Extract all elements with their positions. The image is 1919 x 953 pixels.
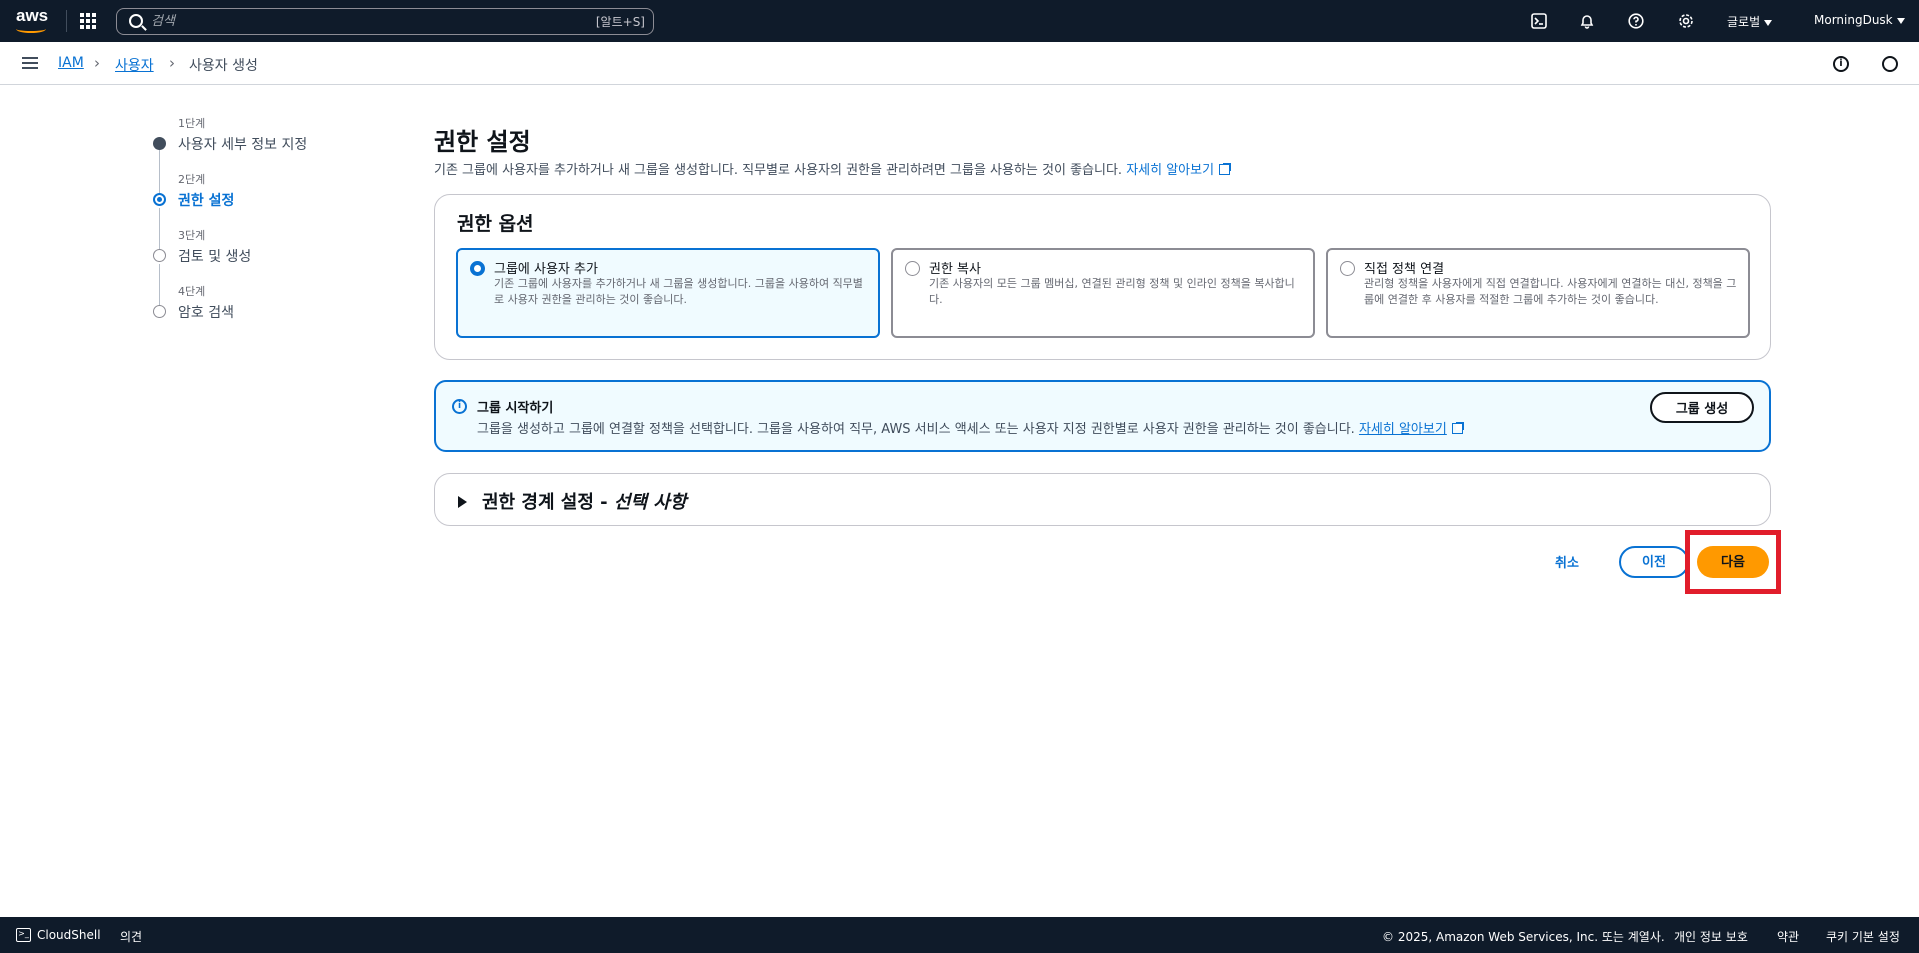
page-description: 기존 그룹에 사용자를 추가하거나 새 그룹을 생성합니다. 직무별로 사용자의… <box>434 159 1232 178</box>
step-3-indicator <box>153 249 166 262</box>
external-link-icon <box>1219 163 1232 175</box>
search-icon <box>129 14 143 28</box>
page-title: 권한 설정 <box>434 128 531 156</box>
option-attach-policies[interactable]: 직접 정책 연결 관리형 정책을 사용자에게 직접 연결합니다. 사용자에게 연… <box>1326 248 1750 338</box>
option-add-to-group[interactable]: 그룹에 사용자 추가 기존 그룹에 사용자를 추가하거나 새 그룹을 생성합니다… <box>456 248 880 338</box>
caret-right-icon <box>458 496 467 508</box>
cloudshell-icon[interactable]: >_ <box>16 928 31 942</box>
boundary-title-text: 권한 경계 설정 - <box>482 492 614 513</box>
search-input[interactable] <box>151 11 531 32</box>
help-icon[interactable] <box>1627 12 1645 30</box>
step-2-indicator <box>153 193 166 206</box>
next-button[interactable]: 다음 <box>1697 546 1769 578</box>
option-description: 기존 그룹에 사용자를 추가하거나 새 그룹을 생성합니다. 그룹을 사용하여 … <box>494 277 863 306</box>
step-4-label: 4단계 <box>178 285 206 298</box>
radio-attach-policies[interactable] <box>1340 261 1355 276</box>
info-panel-icon[interactable]: i <box>1833 56 1849 72</box>
breadcrumb-iam[interactable]: IAM <box>58 55 84 71</box>
services-grid-icon[interactable] <box>80 13 96 29</box>
permissions-boundary-title: 권한 경계 설정 - 선택 사항 <box>482 488 686 514</box>
chevron-right-icon: › <box>94 54 100 72</box>
cancel-button[interactable]: 취소 <box>1555 552 1579 571</box>
option-title: 그룹에 사용자 추가 <box>494 262 598 277</box>
info-description-text: 그룹을 생성하고 그룹에 연결할 정책을 선택합니다. 그룹을 사용하여 직무,… <box>477 422 1355 437</box>
account-menu[interactable]: MorningDusk <box>1814 13 1905 27</box>
cloudshell-icon[interactable] <box>1530 12 1548 30</box>
footer-copyright: © 2025, Amazon Web Services, Inc. 또는 계열사… <box>1382 930 1665 944</box>
menu-icon[interactable] <box>22 57 38 69</box>
chevron-down-icon <box>1764 19 1773 26</box>
info-icon: i <box>452 399 467 414</box>
step-4-indicator <box>153 305 166 318</box>
footer-cloudshell[interactable]: CloudShell <box>37 928 101 942</box>
permission-options-title: 권한 옵션 <box>457 213 534 235</box>
permissions-boundary-section[interactable]: 권한 경계 설정 - 선택 사항 <box>434 473 1771 526</box>
account-name: MorningDusk <box>1814 13 1893 27</box>
option-description: 관리형 정책을 사용자에게 직접 연결합니다. 사용자에게 연결하는 대신, 정… <box>1364 277 1737 306</box>
gear-icon[interactable] <box>1677 12 1695 30</box>
option-copy-permissions[interactable]: 권한 복사 기존 사용자의 모든 그룹 멤버십, 연결된 관리형 정책 및 인라… <box>891 248 1315 338</box>
chevron-right-icon: › <box>169 54 175 72</box>
step-2-title: 권한 설정 <box>178 193 235 209</box>
step-3-title: 검토 및 생성 <box>178 249 252 265</box>
breadcrumb-users[interactable]: 사용자 <box>115 55 154 75</box>
step-2-label: 2단계 <box>178 173 206 186</box>
region-selector[interactable]: 글로벌 <box>1727 13 1773 30</box>
option-title: 직접 정책 연결 <box>1364 262 1445 277</box>
top-navigation: aws [알트+S] 글로벌 MorningDusk <box>0 0 1919 42</box>
footer-privacy-link[interactable]: 개인 정보 보호 <box>1674 928 1748 945</box>
step-1-indicator <box>153 137 166 150</box>
info-description: 그룹을 생성하고 그룹에 연결할 정책을 선택합니다. 그룹을 사용하여 직무,… <box>477 418 1464 437</box>
permission-options-container: 권한 옵션 그룹에 사용자 추가 기존 그룹에 사용자를 추가하거나 새 그룹을… <box>434 194 1771 360</box>
step-connector <box>159 150 160 196</box>
search-box[interactable]: [알트+S] <box>116 8 654 35</box>
step-1-title[interactable]: 사용자 세부 정보 지정 <box>178 134 307 154</box>
breadcrumb-bar: IAM › 사용자 › 사용자 생성 i <box>0 42 1919 85</box>
step-1-label: 1단계 <box>178 117 206 130</box>
footer-feedback[interactable]: 의견 <box>120 928 142 945</box>
aws-logo-text: aws <box>16 6 49 25</box>
step-connector <box>159 208 160 254</box>
nav-divider <box>66 10 67 32</box>
external-link-icon <box>1451 422 1464 434</box>
learn-more-link[interactable]: 자세히 알아보기 <box>1126 163 1214 178</box>
step-4-title: 암호 검색 <box>178 305 234 321</box>
step-3-label: 3단계 <box>178 229 206 242</box>
feedback-icon[interactable] <box>1882 56 1898 72</box>
info-learn-more-link[interactable]: 자세히 알아보기 <box>1359 422 1447 437</box>
group-info-alert: i 그룹 시작하기 그룹을 생성하고 그룹에 연결할 정책을 선택합니다. 그룹… <box>434 380 1771 452</box>
previous-button[interactable]: 이전 <box>1619 546 1689 578</box>
footer: >_ CloudShell 의견 © 2025, Amazon Web Serv… <box>0 917 1919 953</box>
bell-icon[interactable] <box>1578 12 1596 30</box>
boundary-optional-text: 선택 사항 <box>613 492 687 513</box>
page-description-text: 기존 그룹에 사용자를 추가하거나 새 그룹을 생성합니다. 직무별로 사용자의… <box>434 163 1123 178</box>
footer-cookies-link[interactable]: 쿠키 기본 설정 <box>1826 928 1900 945</box>
aws-smile-icon <box>16 25 46 33</box>
footer-terms-link[interactable]: 약관 <box>1777 928 1799 945</box>
breadcrumb-create-user: 사용자 생성 <box>189 58 258 74</box>
radio-add-to-group[interactable] <box>470 261 485 276</box>
search-shortcut: [알트+S] <box>595 15 645 29</box>
create-group-button[interactable]: 그룹 생성 <box>1650 392 1754 423</box>
aws-logo[interactable]: aws <box>16 6 50 34</box>
option-title: 권한 복사 <box>929 262 981 277</box>
region-label: 글로벌 <box>1727 15 1761 29</box>
radio-copy-permissions[interactable] <box>905 261 920 276</box>
info-title: 그룹 시작하기 <box>477 401 554 416</box>
step-connector <box>159 264 160 310</box>
option-description: 기존 사용자의 모든 그룹 멤버십, 연결된 관리형 정책 및 인라인 정책을 … <box>929 277 1295 306</box>
chevron-down-icon <box>1896 17 1905 24</box>
